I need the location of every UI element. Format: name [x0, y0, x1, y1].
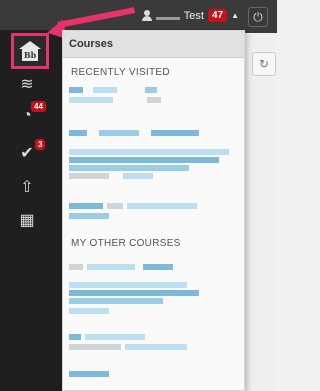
redacted-course-link[interactable]: [69, 97, 113, 103]
redacted-course-link[interactable]: [69, 173, 109, 179]
home-button[interactable]: Bb: [11, 33, 49, 69]
tasks-count-badge: 3: [35, 139, 46, 150]
redacted-course-link[interactable]: [69, 203, 103, 209]
redacted-course-link[interactable]: [69, 282, 187, 288]
redacted-course-link[interactable]: [69, 298, 163, 304]
redacted-course-link[interactable]: [93, 87, 117, 93]
redacted-course-link[interactable]: [69, 344, 121, 350]
redacted-course-link[interactable]: [145, 87, 157, 93]
user-name: Test: [183, 9, 204, 22]
rail-item-tasks[interactable]: ✔ 3: [14, 139, 48, 167]
redacted-course-link[interactable]: [69, 213, 109, 219]
top-header-bar: Test 47 ▲ ⏻: [0, 0, 277, 33]
rail-item-due[interactable]: ◔ 44: [14, 101, 48, 129]
redacted-course-link[interactable]: [69, 334, 81, 340]
redacted-username: [155, 17, 180, 20]
home-icon: Bb: [19, 41, 41, 61]
redacted-course-link[interactable]: [147, 97, 161, 103]
page-background: [245, 33, 277, 391]
redacted-course-link[interactable]: [125, 344, 187, 350]
redacted-course-link[interactable]: [107, 203, 123, 209]
courses-flyout: Courses RECENTLY VISITED MY OTHER COURSE…: [62, 30, 245, 391]
rail-item-calendar[interactable]: ▦: [14, 208, 48, 234]
notification-count-badge: 47: [207, 9, 228, 22]
redacted-course-link[interactable]: [69, 87, 83, 93]
redacted-course-link[interactable]: [87, 264, 135, 270]
redacted-course-link[interactable]: [127, 203, 197, 209]
caret-up-icon: ▲: [231, 11, 239, 20]
rail-item-stream[interactable]: ≋: [14, 72, 48, 98]
calendar-icon: ▦: [19, 212, 35, 229]
redacted-course-link[interactable]: [69, 130, 87, 136]
due-count-badge: 44: [31, 101, 46, 112]
user-menu[interactable]: Test 47 ▲: [141, 9, 239, 22]
redacted-course-link[interactable]: [123, 173, 153, 179]
my-other-courses-heading: MY OTHER COURSES: [71, 238, 181, 249]
logout-button[interactable]: ⏻: [248, 7, 268, 27]
redacted-course-link[interactable]: [69, 157, 219, 163]
home-logo-label: Bb: [22, 49, 38, 61]
redacted-course-link[interactable]: [69, 264, 83, 270]
stream-icon: ≋: [20, 76, 34, 93]
arrow-up-icon: ⇧: [20, 179, 34, 196]
user-icon: [141, 10, 152, 21]
flyout-title: Courses: [63, 31, 244, 58]
redacted-course-link[interactable]: [69, 149, 229, 155]
refresh-icon[interactable]: ↻: [252, 52, 276, 76]
redacted-course-link[interactable]: [69, 290, 199, 296]
redacted-course-link[interactable]: [69, 371, 109, 377]
redacted-course-link[interactable]: [99, 130, 139, 136]
redacted-course-link[interactable]: [151, 130, 199, 136]
redacted-course-link[interactable]: [85, 334, 145, 340]
redacted-course-link[interactable]: [143, 264, 173, 270]
recently-visited-heading: RECENTLY VISITED: [71, 67, 170, 78]
redacted-course-link[interactable]: [69, 165, 189, 171]
rail-item-updates[interactable]: ⇧: [14, 175, 48, 201]
redacted-course-link[interactable]: [69, 308, 109, 314]
